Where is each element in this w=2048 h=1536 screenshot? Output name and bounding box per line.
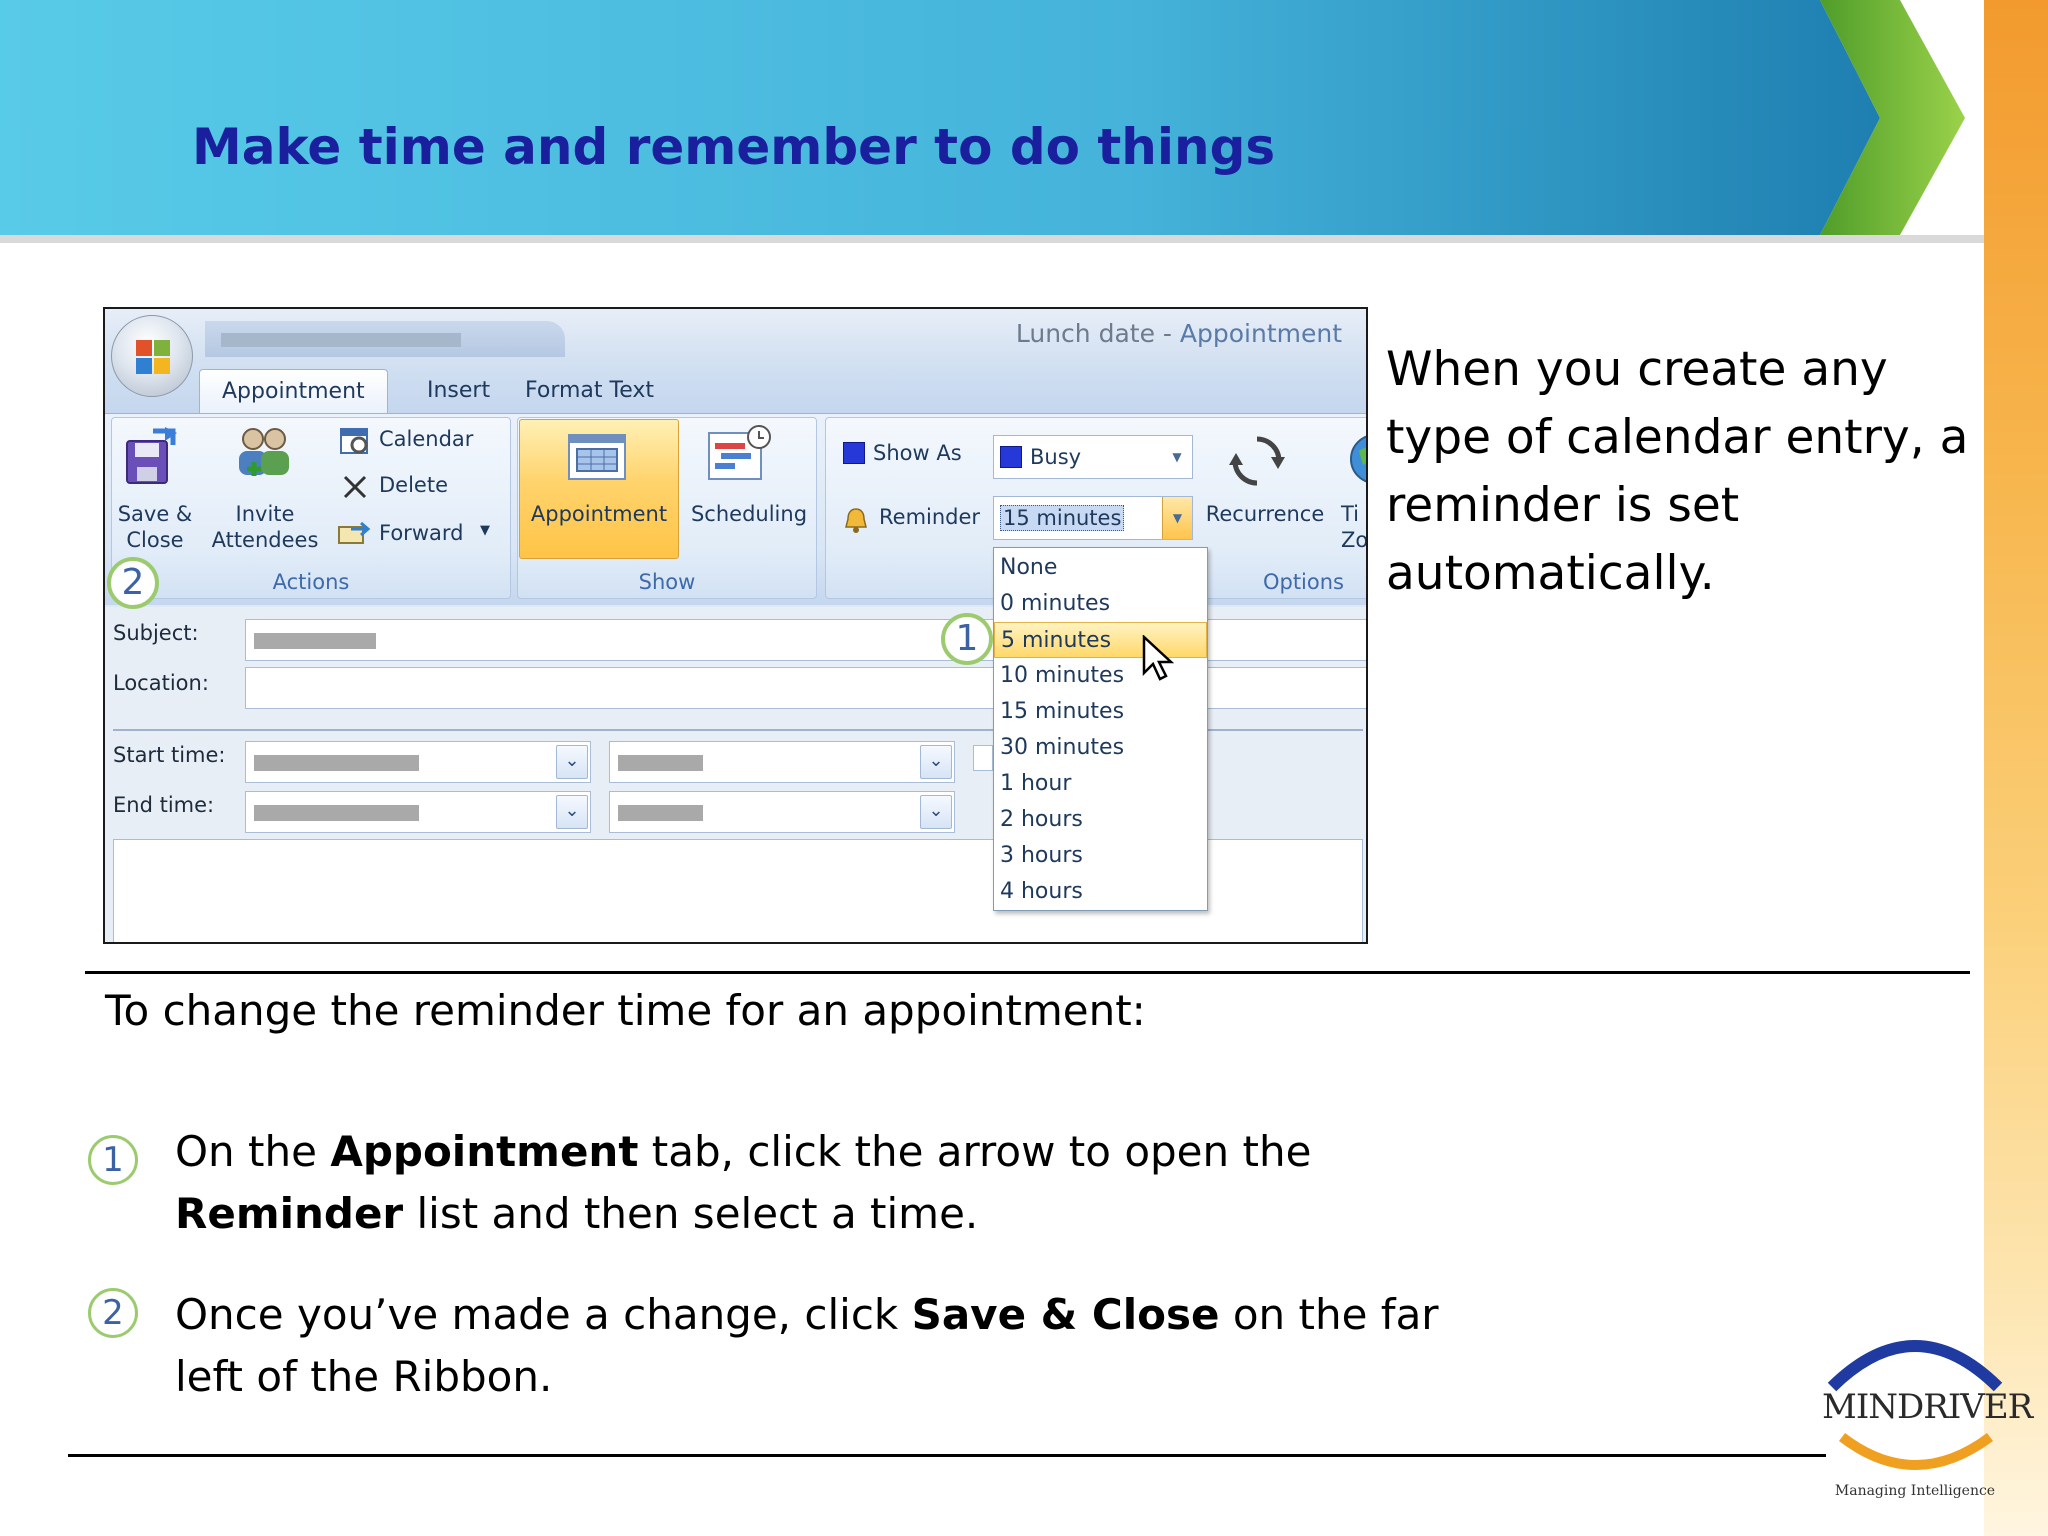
step-1-text: On the Appointment tab, click the arrow … <box>175 1127 1312 1238</box>
busy-swatch-icon <box>1000 446 1022 468</box>
reminder-dropdown-arrow-icon[interactable]: ▼ <box>1162 497 1192 539</box>
reminder-dropdown-list: None 0 minutes 5 minutes 10 minutes 15 m… <box>993 547 1208 911</box>
end-date-select[interactable]: ⌄ <box>245 791 591 833</box>
reminder-option[interactable]: 10 minutes <box>994 658 1207 694</box>
scheduling-icon <box>708 425 771 480</box>
forward-icon <box>338 521 371 544</box>
outlook-appointment-window: Lunch date - Appointment Appointment Ins… <box>103 307 1368 944</box>
forward-button[interactable]: Forward <box>379 521 463 545</box>
end-time-label: End time: <box>113 793 215 817</box>
step-2-text: Once you’ve made a change, click Save & … <box>175 1290 1439 1401</box>
logo-wordmark: MINDRIVER <box>1822 1387 2033 1427</box>
location-label: Location: <box>113 671 209 695</box>
start-date-select[interactable]: ⌄ <box>245 741 591 783</box>
calendar-icon <box>340 428 368 454</box>
tab-format-text[interactable]: Format Text <box>503 369 676 414</box>
recurrence-icon <box>1229 436 1285 486</box>
time-zones-globe-icon <box>1350 435 1366 483</box>
mindriver-logo: MINDRIVER Managing Intelligence <box>1822 1325 2033 1505</box>
banner-shadow <box>0 235 1984 243</box>
forward-dropdown-icon[interactable]: ▼ <box>480 523 490 538</box>
scheduling-button[interactable]: Scheduling <box>683 501 815 527</box>
quick-access-toolbar <box>205 321 565 357</box>
window-title: Lunch date - Appointment <box>1015 319 1342 348</box>
office-logo-icon <box>136 340 170 374</box>
reminder-option[interactable]: 3 hours <box>994 838 1207 874</box>
side-description: When you create any type of calendar ent… <box>1386 342 1969 601</box>
show-as-label: Show As <box>843 441 962 465</box>
start-time-select[interactable]: ⌄ <box>609 741 955 783</box>
delete-icon <box>343 475 367 499</box>
busy-swatch-icon <box>843 442 865 464</box>
tab-insert[interactable]: Insert <box>405 369 512 414</box>
reminder-option[interactable]: 15 minutes <box>994 694 1207 730</box>
delete-button[interactable]: Delete <box>379 473 448 497</box>
chevron-down-icon[interactable]: ⌄ <box>920 745 952 779</box>
chevron-down-icon[interactable]: ⌄ <box>556 795 588 829</box>
subject-label: Subject: <box>113 621 199 645</box>
mouse-cursor-icon <box>1142 635 1175 681</box>
time-zones-button[interactable]: Ti Zo <box>1341 501 1366 553</box>
intro-text: To change the reminder time for an appoi… <box>105 986 1146 1035</box>
reminder-option[interactable]: 0 minutes <box>994 586 1207 622</box>
callout-2: 2 <box>107 557 159 609</box>
window-title-app: Appointment <box>1179 319 1342 348</box>
appointment-view-label: Appointment <box>530 502 668 526</box>
all-day-checkbox[interactable] <box>973 745 993 771</box>
end-time-select[interactable]: ⌄ <box>609 791 955 833</box>
divider-bottom <box>68 1454 1826 1457</box>
chevron-down-icon: ▼ <box>1172 450 1182 464</box>
recurrence-button[interactable]: Recurrence <box>1199 501 1331 527</box>
reminder-label: Reminder <box>879 505 981 529</box>
slide-title: Make time and remember to do things <box>192 118 1276 176</box>
logo-tagline: Managing Intelligence <box>1834 1483 1996 1499</box>
reminder-option[interactable]: 4 hours <box>994 874 1207 910</box>
decorative-side-strip <box>1984 0 2048 1536</box>
appointment-view-icon <box>568 434 626 480</box>
tab-appointment[interactable]: Appointment <box>199 369 388 414</box>
step-1-number: 1 <box>88 1135 138 1185</box>
reminder-option-highlighted[interactable]: 5 minutes <box>994 622 1207 658</box>
save-close-icon <box>126 427 177 484</box>
group-label-actions: Actions <box>272 570 350 594</box>
reminder-option[interactable]: 30 minutes <box>994 730 1207 766</box>
show-as-select[interactable]: Busy ▼ <box>993 435 1193 479</box>
reminder-value: 15 minutes <box>1000 505 1125 531</box>
reminder-option[interactable]: 2 hours <box>994 802 1207 838</box>
divider-top <box>85 971 1970 974</box>
chevron-down-icon[interactable]: ⌄ <box>556 745 588 779</box>
start-time-label: Start time: <box>113 743 226 767</box>
reminder-option[interactable]: 1 hour <box>994 766 1207 802</box>
window-title-item: Lunch date <box>1015 319 1155 348</box>
chevron-down-icon[interactable]: ⌄ <box>920 795 952 829</box>
invite-attendees-button[interactable]: Invite Attendees <box>209 501 321 553</box>
step-2-number: 2 <box>88 1288 138 1338</box>
callout-1: 1 <box>941 613 993 665</box>
office-button[interactable] <box>111 315 193 397</box>
group-label-show: Show <box>638 570 696 594</box>
reminder-select[interactable]: 15 minutes ▼ <box>993 496 1193 540</box>
reminder-bell-icon <box>845 508 867 533</box>
reminder-option[interactable]: None <box>994 550 1207 586</box>
invite-attendees-icon <box>239 428 289 476</box>
calendar-button[interactable]: Calendar <box>379 427 473 451</box>
save-close-button[interactable]: Save & Close <box>115 501 195 553</box>
